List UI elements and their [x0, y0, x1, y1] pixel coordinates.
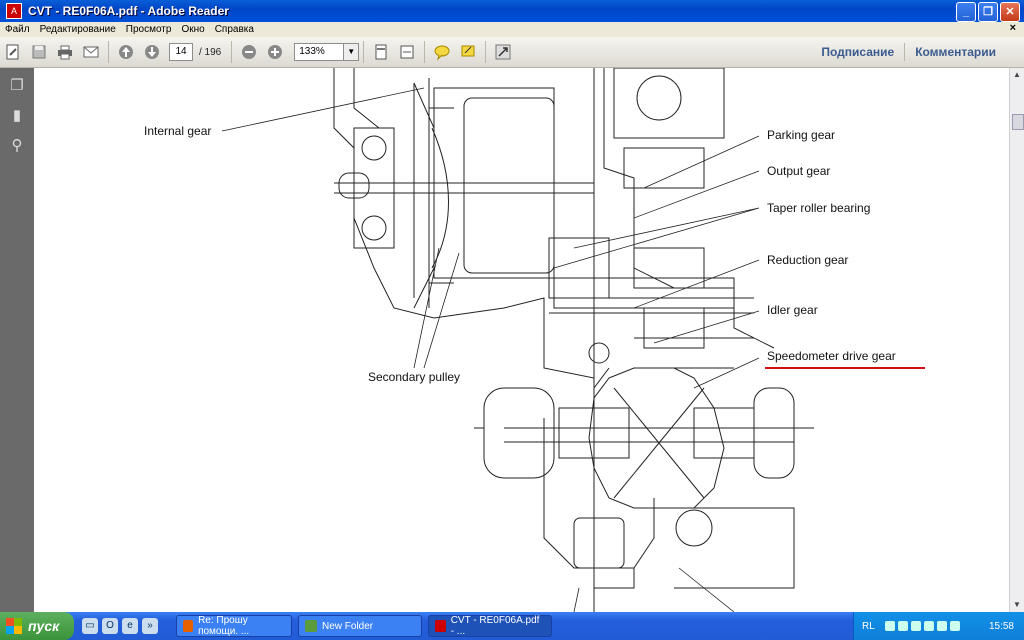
- toolbar-separator: [231, 41, 233, 63]
- label-idler-gear: Idler gear: [767, 303, 818, 317]
- label-internal-gear: Internal gear: [144, 124, 212, 138]
- label-parking-gear: Parking gear: [767, 128, 836, 142]
- page-number-input[interactable]: 14: [169, 43, 193, 61]
- opera-icon[interactable]: O: [102, 618, 118, 634]
- label-secondary-pulley: Secondary pulley: [368, 370, 461, 384]
- network-icon[interactable]: [884, 621, 895, 631]
- menu-window[interactable]: Окно: [176, 24, 209, 35]
- attachments-icon[interactable]: ⚲: [6, 136, 28, 158]
- title-bar: A CVT - RE0F06A.pdf - Adobe Reader _ ❐ ✕: [0, 0, 1024, 22]
- label-taper-roller-bearing: Taper roller bearing: [767, 201, 871, 215]
- task-label: CVT - RE0F06A.pdf - ...: [450, 615, 540, 637]
- toolbar-separator: [485, 41, 487, 63]
- zoom-level-input[interactable]: 133%: [294, 43, 345, 61]
- fit-page-icon[interactable]: [370, 41, 392, 63]
- toolbar-separator: [424, 41, 426, 63]
- task-label: Re: Прошу помощи. ...: [198, 615, 250, 637]
- menu-file[interactable]: Файл: [0, 24, 35, 35]
- scroll-down-icon[interactable]: ▼: [1010, 598, 1024, 612]
- bluetooth-icon[interactable]: [923, 621, 934, 631]
- taskbar: пуск ▭ O e » Re: Прошу помощи. ... New F…: [0, 612, 1024, 640]
- language-indicator[interactable]: RL: [862, 621, 875, 632]
- page-total: / 196: [199, 46, 222, 58]
- toolbar: 14 / 196 133% ▼ Подписание Комментарии: [0, 37, 1024, 68]
- minimize-button[interactable]: _: [956, 2, 976, 22]
- start-label: пуск: [28, 618, 60, 634]
- create-pdf-icon[interactable]: [2, 41, 24, 63]
- taskbar-item-firefox[interactable]: Re: Прошу помощи. ...: [176, 615, 292, 637]
- quick-launch: ▭ O e »: [82, 618, 158, 634]
- save-icon[interactable]: [28, 41, 50, 63]
- document-close-button[interactable]: ×: [1010, 22, 1016, 34]
- maximize-button[interactable]: ❐: [978, 2, 998, 22]
- fit-width-icon[interactable]: [396, 41, 418, 63]
- email-icon[interactable]: [80, 41, 102, 63]
- expand-icon[interactable]: [492, 41, 514, 63]
- comments-link[interactable]: Комментарии: [905, 45, 1006, 59]
- highlight-icon[interactable]: [457, 41, 479, 63]
- taskbar-item-folder[interactable]: New Folder: [298, 615, 422, 637]
- toolbar-separator: [363, 41, 365, 63]
- show-desktop-icon[interactable]: ▭: [82, 618, 98, 634]
- menu-help[interactable]: Справка: [210, 24, 259, 35]
- volume-icon[interactable]: [910, 621, 921, 631]
- quick-launch-expand-icon[interactable]: »: [142, 618, 158, 634]
- menu-bar: Файл Редактирование Просмотр Окно Справк…: [0, 22, 1024, 38]
- taskbar-item-adobe-reader[interactable]: CVT - RE0F06A.pdf - ...: [428, 615, 552, 637]
- update-icon[interactable]: [949, 621, 960, 631]
- zoom-dropdown-icon[interactable]: ▼: [344, 43, 360, 61]
- navigation-panel: ❐ ▮ ⚲: [0, 68, 34, 612]
- task-label: New Folder: [322, 620, 374, 632]
- zoom-out-icon[interactable]: [238, 41, 260, 63]
- scroll-up-icon[interactable]: ▲: [1010, 68, 1024, 82]
- print-icon[interactable]: [54, 41, 76, 63]
- bookmarks-icon[interactable]: ▮: [6, 106, 28, 128]
- sign-link[interactable]: Подписание: [811, 45, 904, 59]
- firefox-icon: [183, 620, 194, 632]
- comment-icon[interactable]: [431, 41, 453, 63]
- folder-icon: [305, 620, 317, 632]
- label-reduction-gear: Reduction gear: [767, 253, 849, 267]
- close-button[interactable]: ✕: [1000, 2, 1020, 22]
- safely-remove-icon[interactable]: [936, 621, 947, 631]
- label-output-gear: Output gear: [767, 164, 831, 178]
- scrollbar-thumb[interactable]: [1012, 114, 1024, 130]
- system-tray: RL 15:58: [853, 612, 1024, 640]
- label-speedometer-drive-gear: Speedometer drive gear: [767, 349, 896, 363]
- toolbar-separator: [108, 41, 109, 63]
- window-title: CVT - RE0F06A.pdf - Adobe Reader: [28, 4, 229, 18]
- cvt-cross-section-diagram: [221, 68, 814, 612]
- antivirus-icon[interactable]: [897, 621, 908, 631]
- clock: 15:58: [988, 620, 1014, 632]
- menu-view[interactable]: Просмотр: [121, 24, 177, 35]
- next-page-icon[interactable]: [141, 41, 163, 63]
- document-view[interactable]: Internal gear Parking gear Output gear T…: [34, 68, 1010, 612]
- windows-flag-icon: [6, 618, 22, 634]
- internet-explorer-icon[interactable]: e: [122, 618, 138, 634]
- previous-page-icon[interactable]: [115, 41, 137, 63]
- vertical-scrollbar[interactable]: ▲ ▼: [1009, 68, 1024, 612]
- adobe-reader-icon: A: [6, 3, 22, 19]
- start-button[interactable]: пуск: [0, 612, 74, 640]
- zoom-in-icon[interactable]: [264, 41, 286, 63]
- menu-edit[interactable]: Редактирование: [35, 24, 121, 35]
- adobe-reader-icon: [435, 620, 446, 632]
- pages-icon[interactable]: ❐: [6, 76, 28, 98]
- speedometer-highlight-underline: [765, 367, 925, 369]
